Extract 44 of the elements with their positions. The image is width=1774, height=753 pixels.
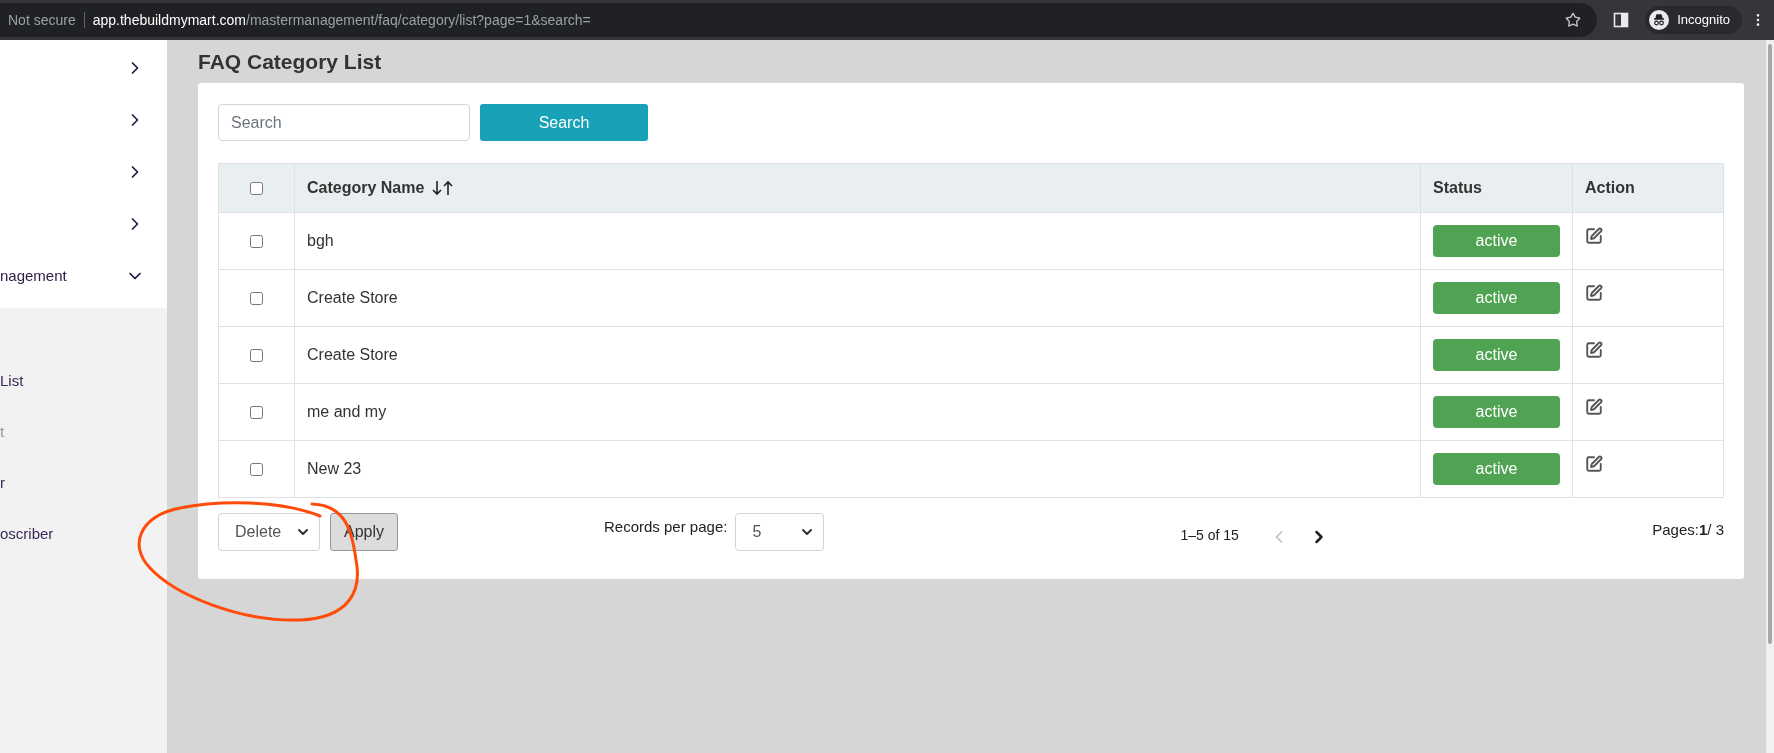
edit-icon[interactable] bbox=[1585, 341, 1603, 359]
category-name: me and my bbox=[307, 403, 387, 420]
url-host: app.thebuildmymart.com bbox=[92, 11, 246, 28]
edit-icon[interactable] bbox=[1585, 398, 1603, 416]
sort-icon[interactable] bbox=[432, 180, 455, 196]
column-header: Action bbox=[1585, 178, 1635, 198]
status-badge: active bbox=[1433, 282, 1560, 314]
row-checkbox[interactable] bbox=[250, 349, 263, 363]
row-checkbox[interactable] bbox=[250, 406, 263, 420]
status-badge: active bbox=[1433, 339, 1560, 371]
submenu-item[interactable]: r bbox=[0, 472, 167, 496]
side-panel-icon[interactable] bbox=[1613, 12, 1630, 28]
records-per-page-select[interactable]: 5 bbox=[735, 513, 825, 551]
edit-icon[interactable] bbox=[1585, 455, 1603, 473]
status-badge: active bbox=[1433, 225, 1560, 257]
row-checkbox[interactable] bbox=[250, 235, 263, 249]
pages-label: Pages:1/ 3 bbox=[1652, 520, 1724, 540]
bookmark-star-icon[interactable] bbox=[1565, 12, 1582, 28]
security-label: Not secure bbox=[8, 10, 76, 30]
row-checkbox[interactable] bbox=[250, 463, 263, 477]
sidebar-item[interactable]: nagement bbox=[0, 250, 167, 302]
category-name: New 23 bbox=[307, 460, 362, 477]
category-name: Create Store bbox=[307, 346, 398, 363]
search-field[interactable]: Search bbox=[218, 104, 470, 141]
edit-icon[interactable] bbox=[1585, 284, 1603, 302]
url-path: /mastermanagement/faq/category/list?page=1&search= bbox=[246, 11, 591, 28]
status-badge: active bbox=[1433, 396, 1560, 428]
records-per-page-label: Records per page: bbox=[604, 517, 728, 537]
incognito-icon bbox=[1649, 10, 1670, 30]
submenu-item[interactable]: List bbox=[0, 370, 167, 394]
page-title: FAQ Category List bbox=[198, 48, 383, 75]
row-checkbox[interactable] bbox=[250, 292, 263, 306]
select-all-checkbox[interactable] bbox=[250, 182, 263, 196]
profile-button[interactable]: Incognito bbox=[1645, 6, 1742, 34]
category-name: Create Store bbox=[307, 289, 398, 306]
edit-icon[interactable] bbox=[1585, 227, 1603, 245]
submenu-item[interactable]: oscriber bbox=[0, 523, 167, 547]
bulk-action-select[interactable]: Delete bbox=[218, 513, 320, 551]
address-bar[interactable]: Not secure app.thebuildmymart.com/mastermanagement/faq/category/list?page=1&search= bbox=[0, 3, 1598, 37]
status-badge: active bbox=[1433, 453, 1560, 485]
column-header: Category Name bbox=[307, 178, 425, 198]
category-name: bgh bbox=[307, 232, 334, 249]
range-label: 1–5 of 15 bbox=[1180, 526, 1239, 545]
column-header: Status bbox=[1433, 178, 1482, 198]
